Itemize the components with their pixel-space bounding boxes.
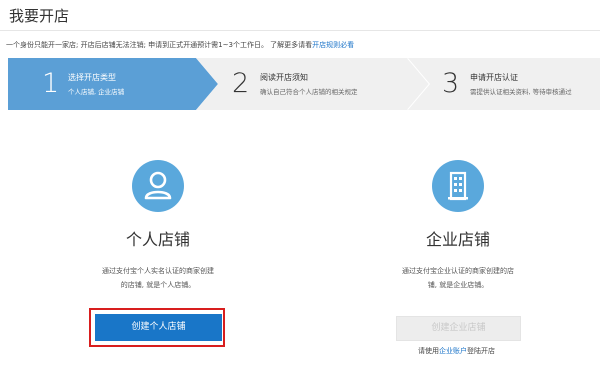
notice-body: 一个身份只能开一家店; 开店后店铺无法注销; 申请到正式开通预计需1~3个工作日… <box>6 41 313 49</box>
step-2: 2 阅读开店须知 确认自己符合个人店铺的相关规定 <box>196 58 436 110</box>
step-3-number: 3 <box>442 68 460 99</box>
user-icon <box>132 160 184 212</box>
create-personal-store-button[interactable]: 创建个人店铺 <box>95 314 222 341</box>
personal-desc-line-2: 的店铺, 就是个人店铺。 <box>120 281 196 289</box>
step-2-sub: 确认自己符合个人店铺的相关规定 <box>260 88 358 96</box>
hint-suffix: 登陆开店 <box>467 347 495 355</box>
step-1-background <box>8 58 218 110</box>
step-3-background <box>408 58 600 110</box>
hint-prefix: 请使用 <box>418 347 439 355</box>
step-1: 1 选择开店类型 个人店铺, 企业店铺 <box>8 58 218 110</box>
step-2-label: 阅读开店须知 <box>260 73 308 82</box>
personal-desc-line-1: 通过支付宝个人实名认证的商家创建 <box>102 267 214 275</box>
building-icon <box>432 160 484 212</box>
step-1-label: 选择开店类型 <box>68 73 116 82</box>
personal-store-description: 通过支付宝个人实名认证的商家创建 的店铺, 就是个人店铺。 <box>83 264 233 292</box>
company-desc-line-2: 铺, 就是企业店铺。 <box>427 281 489 289</box>
notice-text: 一个身份只能开一家店; 开店后店铺无法注销; 申请到正式开通预计需1~3个工作日… <box>6 40 354 50</box>
company-account-link[interactable]: 企业账户 <box>439 347 467 355</box>
company-store-title: 企业店铺 <box>425 230 490 249</box>
step-progress: 1 选择开店类型 个人店铺, 企业店铺 2 阅读开店须知 确认自己符合个人店铺的… <box>8 58 600 110</box>
step-3: 3 申请开店认证 需提供认证相关资料, 等待审核通过 <box>408 58 600 110</box>
personal-store-title: 个人店铺 <box>125 230 190 249</box>
step-1-number: 1 <box>42 68 60 99</box>
create-company-store-button[interactable]: 创建企业店铺 <box>396 316 521 341</box>
rules-link[interactable]: 开店规则必看 <box>312 41 354 49</box>
personal-store-card: 个人店铺 通过支付宝个人实名认证的商家创建 的店铺, 就是个人店铺。 <box>58 150 258 292</box>
company-login-hint: 请使用企业账户登陆开店 <box>418 346 495 356</box>
step-3-sub: 需提供认证相关资料, 等待审核通过 <box>470 88 572 96</box>
step-3-label: 申请开店认证 <box>470 73 518 82</box>
company-desc-line-1: 通过支付宝企业认证的商家创建的店 <box>402 267 514 275</box>
company-store-description: 通过支付宝企业认证的商家创建的店 铺, 就是企业店铺。 <box>383 264 533 292</box>
page-title: 我要开店 <box>9 7 70 25</box>
title-divider <box>0 30 600 31</box>
step-2-number: 2 <box>232 68 250 99</box>
company-store-card: 企业店铺 通过支付宝企业认证的商家创建的店 铺, 就是企业店铺。 <box>358 150 558 292</box>
step-1-sub: 个人店铺, 企业店铺 <box>68 88 125 96</box>
